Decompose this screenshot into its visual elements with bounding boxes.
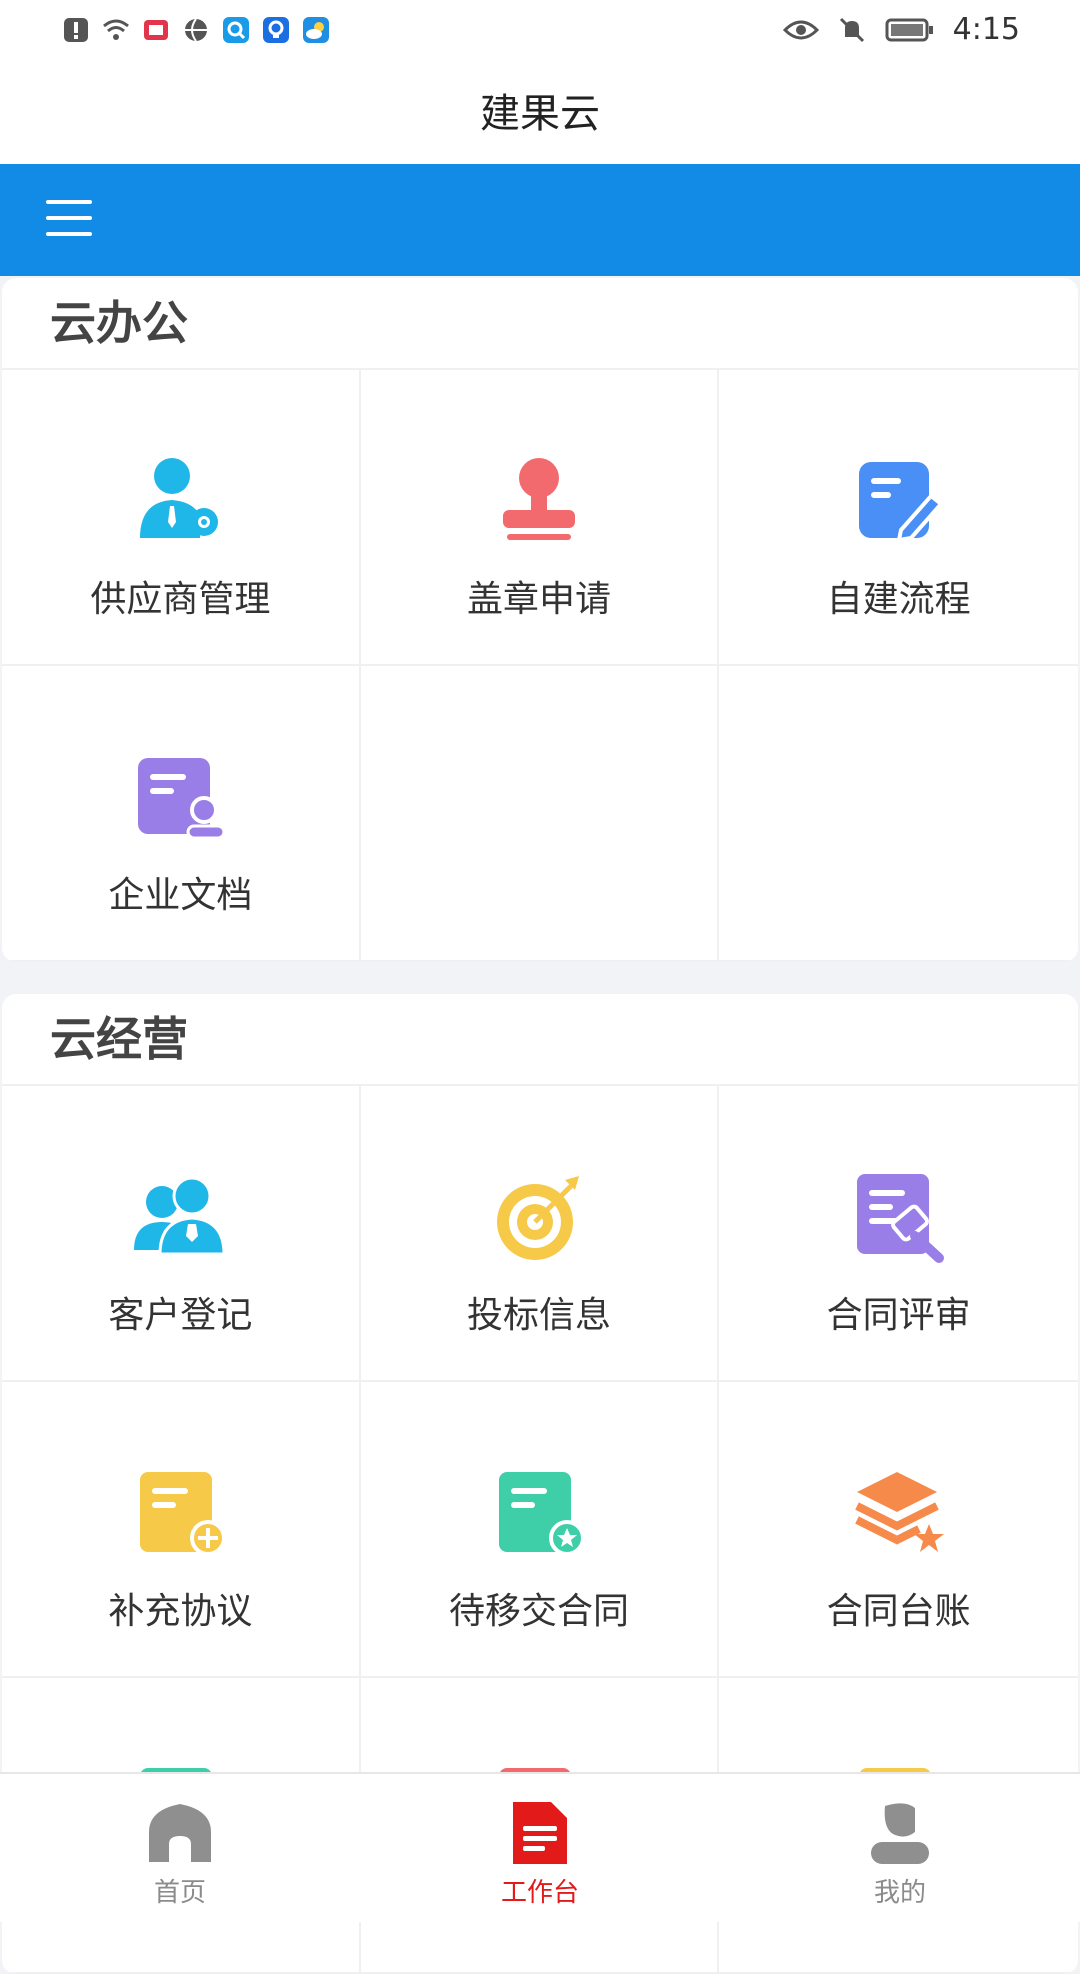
grid-item-label: 企业文档 — [108, 875, 253, 916]
section-header: 云办公 — [2, 278, 1078, 370]
status-left-icons — [62, 16, 330, 44]
supplier-icon — [140, 458, 219, 538]
weather-app-icon — [303, 17, 329, 43]
section-cloud-office: 云办公 供应商管理 盖章申请 自建流程 企业文档 — [2, 278, 1078, 962]
grid-item-bid-information[interactable]: 投标信息 — [360, 1086, 720, 1382]
tab-label: 工作台 — [500, 1878, 579, 1908]
page-title: 建果云 — [480, 91, 600, 137]
tab-profile[interactable]: 我的 — [720, 1774, 1080, 1922]
toolbar — [0, 164, 1080, 276]
grid-item-label: 投标信息 — [466, 1295, 611, 1336]
status-right: 4:15 — [782, 12, 1020, 47]
home-icon — [149, 1804, 211, 1862]
ledger-icon — [854, 1472, 944, 1552]
target-icon — [496, 1176, 579, 1260]
grid-empty-cell — [719, 666, 1078, 962]
alert-icon — [64, 18, 88, 42]
grid-item-label: 合同评审 — [826, 1295, 971, 1336]
section-title: 云经营 — [50, 1012, 188, 1066]
grid-item-supplementary-agreement[interactable]: 补充协议 — [2, 1382, 361, 1678]
hamburger-line — [46, 216, 92, 220]
bell-off-icon — [839, 17, 864, 42]
workbench-icon — [513, 1802, 567, 1864]
book-icon — [144, 20, 168, 40]
eye-icon — [782, 20, 819, 39]
grid-item-label: 待移交合同 — [448, 1591, 629, 1632]
globe-icon — [185, 18, 207, 42]
grid-item-label: 客户登记 — [108, 1295, 253, 1336]
search-app-icon — [223, 17, 249, 43]
section-title: 云办公 — [50, 296, 188, 350]
grid-item-custom-process[interactable]: 自建流程 — [719, 370, 1078, 666]
stamp-icon — [502, 458, 575, 540]
hamburger-icon — [46, 200, 92, 204]
bottom-tab-bar: 首页 工作台 我的 — [0, 1772, 1080, 1922]
wifi-icon — [103, 19, 129, 40]
tab-workbench[interactable]: 工作台 — [360, 1774, 720, 1922]
menu-button[interactable] — [46, 200, 92, 240]
grid-item-label: 自建流程 — [826, 579, 971, 620]
enterprise-doc-icon — [138, 758, 226, 840]
battery-icon — [885, 18, 933, 41]
grid-empty-cell — [360, 666, 720, 962]
bulb-app-icon — [263, 17, 289, 43]
profile-icon — [871, 1803, 929, 1864]
grid-item-label: 补充协议 — [108, 1591, 253, 1632]
status-bar: 4:15 — [0, 0, 1080, 64]
grid-item-enterprise-documents[interactable]: 企业文档 — [2, 666, 361, 962]
edit-doc-icon — [858, 462, 944, 543]
grid-item-supplier-management[interactable]: 供应商管理 — [2, 370, 361, 666]
grid-item-customer-registration[interactable]: 客户登记 — [2, 1086, 361, 1382]
customers-icon — [134, 1176, 226, 1256]
tab-label: 我的 — [873, 1878, 926, 1908]
grid-item-label: 合同台账 — [826, 1591, 971, 1632]
hamburger-line — [46, 232, 92, 236]
tab-label: 首页 — [153, 1878, 206, 1908]
grid-item-contract-ledger[interactable]: 合同台账 — [719, 1382, 1078, 1678]
agreement-plus-icon — [140, 1472, 227, 1556]
status-time: 4:15 — [952, 12, 1020, 47]
function-grid: 供应商管理 盖章申请 自建流程 企业文档 — [2, 370, 1078, 962]
grid-item-contract-review[interactable]: 合同评审 — [719, 1086, 1078, 1382]
contract-review-icon — [856, 1174, 944, 1263]
section-header: 云经营 — [2, 994, 1078, 1086]
app-header: 建果云 — [0, 64, 1080, 164]
grid-item-label: 盖章申请 — [466, 579, 611, 620]
tab-home[interactable]: 首页 — [0, 1774, 360, 1922]
grid-item-stamp-application[interactable]: 盖章申请 — [360, 370, 720, 666]
grid-item-label: 供应商管理 — [90, 579, 271, 620]
contract-star-icon — [498, 1472, 585, 1556]
grid-item-pending-transfer-contracts[interactable]: 待移交合同 — [360, 1382, 720, 1678]
